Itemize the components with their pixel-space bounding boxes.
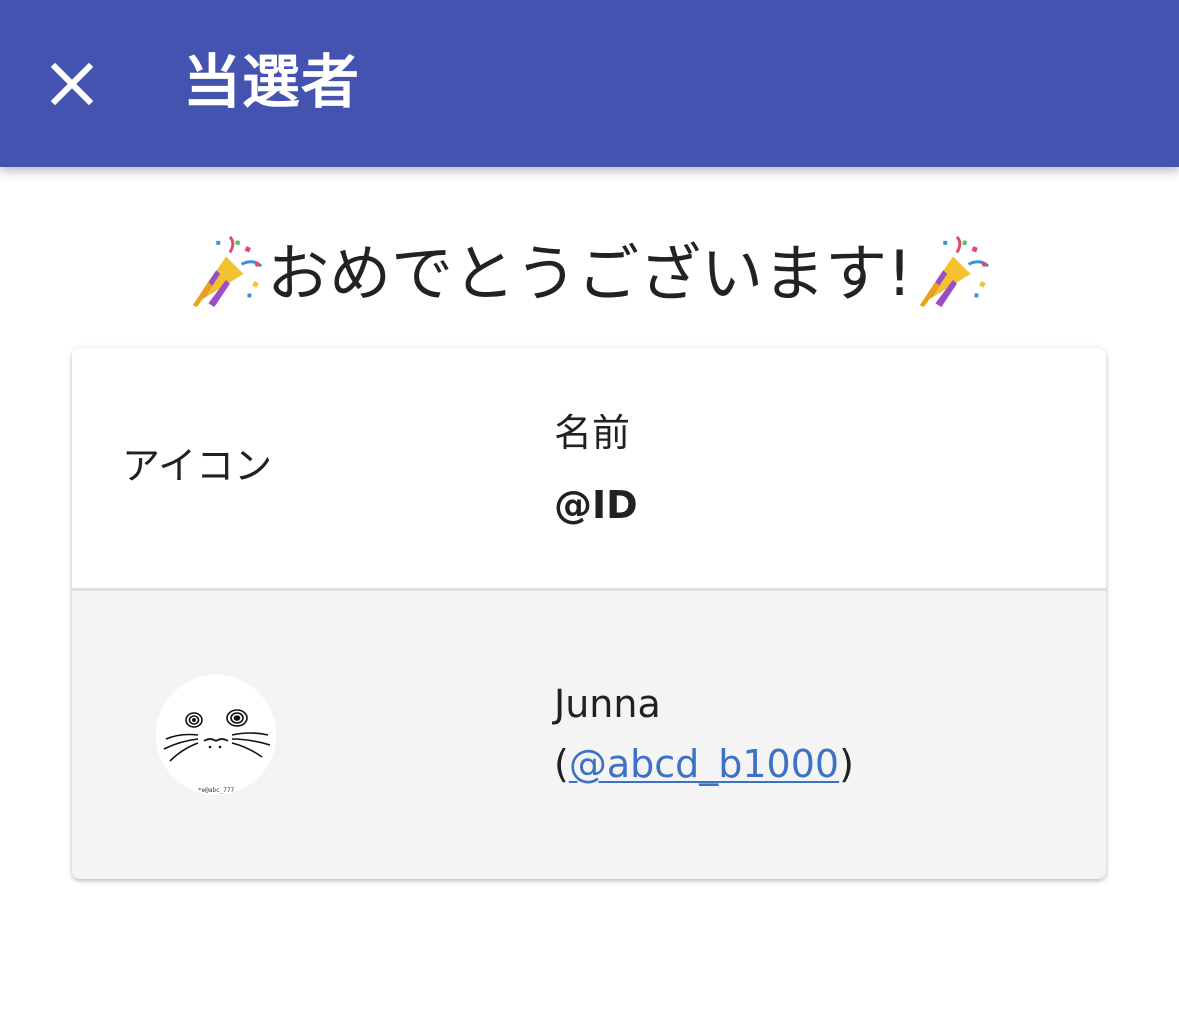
id-open-paren: ( [554,742,569,786]
close-button[interactable] [30,42,114,126]
table-header: アイコン 名前 @ID [72,348,1106,591]
congratulations-text: おめでとうございます! [267,237,912,310]
winner-name: Junna [554,682,661,726]
party-popper-icon [192,235,263,308]
congratulations-banner: おめでとうございます! [0,232,1179,316]
close-icon [50,62,94,106]
table-row: *e@abc_777 Junna (@abcd_b1000) [72,591,1106,879]
party-popper-icon [919,235,990,308]
avatar: *e@abc_777 [156,675,276,795]
page-title: 当選者 [183,48,361,116]
winner-id: (@abcd_b1000) [554,741,854,787]
header-name: 名前 [554,411,631,455]
app-bar: 当選者 [0,0,1179,167]
winners-table: アイコン 名前 @ID *e@abc_777 Junna (@abcd_b100… [72,348,1106,879]
id-close-paren: ) [839,742,854,786]
winner-id-link[interactable]: @abcd_b1000 [569,742,839,786]
header-icon: アイコン [122,444,273,488]
header-id: @ID [554,483,638,527]
avatar-caption: *e@abc_777 [198,787,235,794]
seal-face-avatar: *e@abc_777 [156,675,276,795]
